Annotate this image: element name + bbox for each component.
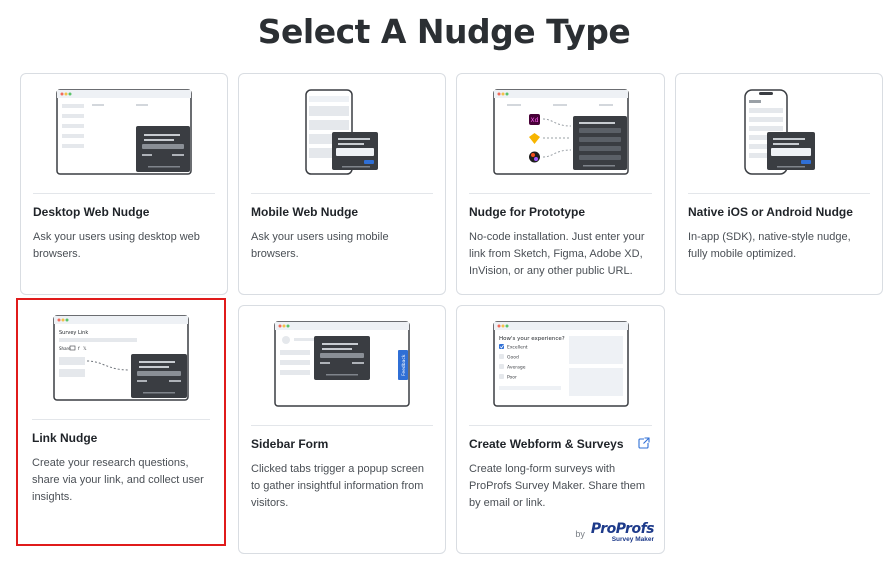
card-description: In-app (SDK), native-style nudge, fully …: [688, 231, 851, 260]
link-nudge-illustration: Survey Link Share f 𝕏: [32, 300, 210, 420]
feedback-tab: Feedback: [401, 354, 407, 376]
survey-option: Poor: [507, 375, 517, 381]
native-nudge-illustration: [688, 74, 870, 194]
card-title: Native iOS or Android Nudge: [688, 205, 853, 219]
card-title: Create Webform & Surveys: [469, 437, 624, 451]
card-description: Create long-form surveys with ProProfs S…: [469, 463, 646, 509]
card-title: Sidebar Form: [251, 437, 329, 451]
card-description: Create your research questions, share vi…: [32, 457, 204, 503]
card-description: Ask your users using mobile browsers.: [251, 231, 389, 260]
survey-link-caption: Survey Link: [59, 330, 88, 336]
card-link-nudge[interactable]: Survey Link Share f 𝕏 Link Nudge Create …: [16, 298, 226, 546]
mobile-nudge-illustration: [251, 74, 433, 194]
proprofs-logo: ProProfs Survey Maker: [590, 520, 655, 544]
card-native-ios-android-nudge[interactable]: Native iOS or Android Nudge In-app (SDK)…: [675, 73, 883, 295]
card-description: Clicked tabs trigger a popup screen to g…: [251, 463, 425, 509]
card-title: Mobile Web Nudge: [251, 205, 359, 219]
card-create-webform-surveys[interactable]: How's your experience? Excellent Good Av…: [456, 305, 665, 554]
prototype-nudge-illustration: Xd: [469, 74, 652, 194]
card-description: No-code installation. Just enter your li…: [469, 231, 645, 277]
share-label: Share: [59, 346, 71, 351]
survey-question: How's your experience?: [499, 336, 565, 342]
card-sidebar-form[interactable]: Feedback Sidebar Form Clicked tabs trigg…: [238, 305, 446, 554]
proprofs-branding: by ProProfs Survey Maker: [575, 522, 654, 544]
sidebar-form-illustration: Feedback: [251, 306, 433, 426]
logo-sub: Survey Maker: [611, 535, 654, 543]
webform-illustration: How's your experience? Excellent Good Av…: [469, 306, 652, 426]
card-title: Desktop Web Nudge: [33, 205, 150, 219]
card-title: Link Nudge: [32, 431, 98, 445]
logo-name: ProProfs: [590, 520, 655, 537]
by-label: by: [575, 529, 585, 539]
card-nudge-for-prototype[interactable]: Xd Nudge for Prototype No-code installat…: [456, 73, 665, 295]
card-description: Ask your users using desktop web browser…: [33, 231, 200, 260]
desktop-nudge-illustration: [33, 74, 215, 194]
xd-badge: Xd: [530, 117, 538, 124]
page-title: Select A Nudge Type: [257, 12, 631, 51]
card-title: Nudge for Prototype: [469, 205, 585, 219]
survey-option: Average: [507, 365, 526, 371]
svg-text:𝕏: 𝕏: [83, 346, 87, 352]
external-link-icon[interactable]: [638, 436, 650, 454]
survey-option: Excellent: [507, 345, 528, 351]
card-mobile-web-nudge[interactable]: Mobile Web Nudge Ask your users using mo…: [238, 73, 446, 295]
card-desktop-web-nudge[interactable]: Desktop Web Nudge Ask your users using d…: [20, 73, 228, 295]
survey-option: Good: [507, 355, 519, 361]
